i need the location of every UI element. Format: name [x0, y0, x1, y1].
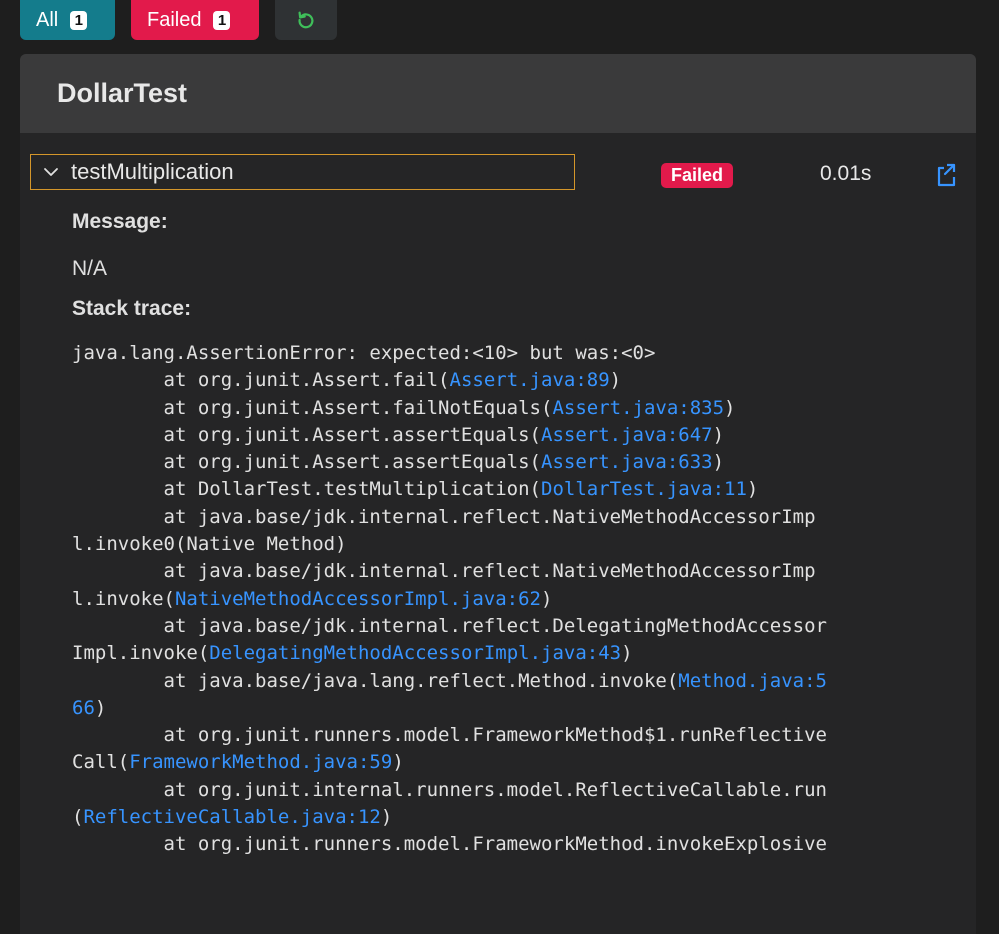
- trace-text: ): [712, 451, 725, 474]
- stack-trace-line: at org.junit.internal.runners.model.Refl…: [72, 777, 827, 804]
- stack-trace-line: at org.junit.Assert.assertEquals(Assert.…: [72, 422, 827, 449]
- trace-text: at java.base/java.lang.reflect.Method.in…: [72, 669, 679, 692]
- open-file-icon[interactable]: [932, 162, 960, 188]
- stack-trace-line: Impl.invoke(DelegatingMethodAccessorImpl…: [72, 640, 827, 667]
- filter-all-label: All: [36, 8, 59, 31]
- trace-text: (: [72, 806, 84, 829]
- filter-failed-label: Failed: [147, 8, 202, 31]
- stack-trace-line: (ReflectiveCallable.java:12): [72, 804, 827, 831]
- stack-trace-line: at org.junit.Assert.fail(Assert.java:89): [72, 367, 827, 394]
- stack-trace-line: java.lang.AssertionError: expected:<10> …: [72, 340, 827, 367]
- trace-text: at java.base/jdk.internal.reflect.Delega…: [72, 614, 827, 637]
- stack-trace-line: 66): [72, 695, 827, 722]
- trace-text: Call(: [72, 751, 130, 774]
- source-link[interactable]: Assert.java:835: [552, 397, 724, 419]
- stack-trace-label: Stack trace:: [72, 297, 192, 320]
- test-case-toggle[interactable]: testMultiplication: [30, 154, 575, 190]
- trace-text: Impl.invoke(: [72, 642, 210, 665]
- trace-text: at org.junit.runners.model.FrameworkMeth…: [72, 833, 827, 856]
- stack-trace-line: at java.base/jdk.internal.reflect.Native…: [72, 558, 827, 585]
- stack-trace-line: Call(FrameworkMethod.java:59): [72, 749, 827, 776]
- filter-failed-count: 1: [213, 10, 231, 30]
- stack-trace-line: l.invoke0(Native Method): [72, 531, 827, 558]
- trace-text: at java.base/jdk.internal.reflect.Native…: [72, 560, 816, 583]
- suite-header: DollarTest: [20, 54, 976, 133]
- test-case-name: testMultiplication: [71, 159, 234, 184]
- trace-text: ): [392, 751, 404, 774]
- filter-all-count: 1: [70, 10, 88, 30]
- trace-text: ): [621, 642, 633, 665]
- stack-trace-line: at org.junit.Assert.assertEquals(Assert.…: [72, 449, 827, 476]
- source-link[interactable]: Assert.java:633: [541, 451, 713, 473]
- source-link[interactable]: Method.java:5: [678, 670, 827, 692]
- trace-text: ): [541, 587, 553, 610]
- trace-text: ): [724, 396, 736, 419]
- stack-trace-line: at org.junit.Assert.failNotEquals(Assert…: [72, 395, 827, 422]
- filter-toolbar: All 1 Failed 1: [20, 0, 337, 40]
- trace-text: at java.base/jdk.internal.reflect.Native…: [72, 505, 816, 528]
- source-link[interactable]: FrameworkMethod.java:59: [129, 751, 392, 773]
- source-link[interactable]: 66: [72, 697, 95, 719]
- stack-trace-line: at java.base/java.lang.reflect.Method.in…: [72, 668, 827, 695]
- trace-text: at org.junit.Assert.assertEquals(: [72, 423, 542, 446]
- source-link[interactable]: DollarTest.java:11: [541, 478, 747, 500]
- trace-text: at DollarTest.testMultiplication(: [72, 478, 542, 501]
- trace-text: l.invoke(: [72, 587, 175, 610]
- source-link[interactable]: ReflectiveCallable.java:12: [83, 806, 380, 828]
- trace-text: l.invoke0(Native Method): [72, 533, 347, 556]
- stack-trace-line: at org.junit.runners.model.FrameworkMeth…: [72, 722, 827, 749]
- trace-text: ): [746, 478, 759, 501]
- stack-trace-line: at DollarTest.testMultiplication(DollarT…: [72, 476, 827, 503]
- trace-text: at org.junit.internal.runners.model.Refl…: [72, 778, 827, 801]
- trace-text: at org.junit.runners.model.FrameworkMeth…: [72, 724, 827, 747]
- trace-text: ): [712, 423, 725, 446]
- filter-failed-button[interactable]: Failed 1: [131, 0, 259, 40]
- trace-text: ): [609, 369, 622, 392]
- suite-title: DollarTest: [57, 78, 188, 108]
- test-suite-panel: DollarTest testMultiplication Failed 0.0…: [20, 54, 976, 934]
- source-link[interactable]: Assert.java:647: [541, 424, 713, 446]
- rerun-button[interactable]: [275, 0, 337, 40]
- chevron-down-icon: [44, 168, 58, 176]
- message-label: Message:: [72, 210, 168, 233]
- stack-trace-line: l.invoke(NativeMethodAccessorImpl.java:6…: [72, 586, 827, 613]
- stack-trace-line: at java.base/jdk.internal.reflect.Delega…: [72, 613, 827, 640]
- test-case-row: testMultiplication Failed 0.01s: [30, 154, 976, 192]
- source-link[interactable]: NativeMethodAccessorImpl.java:62: [175, 588, 541, 610]
- trace-text: ): [94, 696, 107, 719]
- trace-text: ): [380, 806, 393, 829]
- filter-all-button[interactable]: All 1: [20, 0, 115, 40]
- stack-trace-line: at org.junit.runners.model.FrameworkMeth…: [72, 831, 827, 858]
- trace-text: at org.junit.Assert.assertEquals(: [72, 451, 542, 474]
- test-duration: 0.01s: [820, 162, 872, 185]
- refresh-icon: [298, 11, 314, 29]
- trace-text: at org.junit.Assert.failNotEquals(: [72, 396, 553, 419]
- source-link[interactable]: DelegatingMethodAccessorImpl.java:43: [209, 642, 621, 664]
- source-link[interactable]: Assert.java:89: [450, 369, 610, 391]
- message-value: N/A: [72, 257, 108, 280]
- stack-trace: java.lang.AssertionError: expected:<10> …: [72, 340, 827, 859]
- stack-trace-line: at java.base/jdk.internal.reflect.Native…: [72, 504, 827, 531]
- trace-text: at org.junit.Assert.fail(: [72, 369, 450, 392]
- status-badge: Failed: [661, 163, 734, 188]
- trace-text: java.lang.AssertionError: expected:<10> …: [72, 342, 656, 364]
